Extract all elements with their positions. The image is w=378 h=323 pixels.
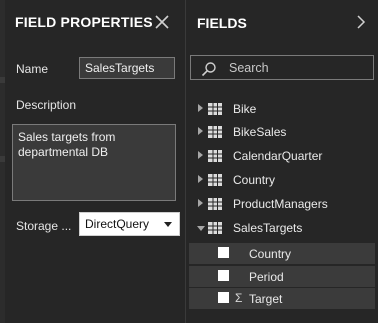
- field-properties-pane: FIELD PROPERTIES Name SalesTargets Descr…: [5, 0, 185, 323]
- fields-header: FIELDS: [186, 0, 378, 44]
- storage-mode-label: Storage ...: [16, 219, 72, 233]
- chevron-right-icon[interactable]: [356, 15, 366, 34]
- field-item-label: Country: [249, 247, 292, 261]
- storage-mode-value: DirectQuery: [85, 217, 150, 231]
- description-label: Description: [16, 98, 77, 112]
- storage-mode-select[interactable]: DirectQuery: [79, 212, 180, 236]
- table-icon: [208, 149, 222, 167]
- search-placeholder: Search: [229, 61, 269, 75]
- dropdown-caret-icon: [164, 222, 172, 227]
- table-icon: [208, 125, 222, 143]
- search-box[interactable]: Search: [190, 55, 374, 80]
- table-item-label: CalendarQuarter: [233, 149, 323, 163]
- table-item-bike[interactable]: Bike: [186, 98, 378, 120]
- expand-arrow-icon[interactable]: [198, 151, 203, 159]
- expand-arrow-icon[interactable]: [198, 199, 203, 207]
- table-item-calendarquarter[interactable]: CalendarQuarter: [186, 145, 378, 167]
- table-item-label: Country: [233, 173, 276, 187]
- table-item-salestargets[interactable]: SalesTargets: [186, 217, 378, 239]
- field-item-target[interactable]: Σ Target: [189, 288, 375, 309]
- table-item-bikesales[interactable]: BikeSales: [186, 121, 378, 143]
- field-checkbox[interactable]: [218, 247, 229, 258]
- description-textarea[interactable]: Sales targets from departmental DB: [12, 124, 176, 201]
- field-checkbox[interactable]: [218, 292, 229, 303]
- table-item-label: SalesTargets: [233, 221, 303, 235]
- name-input[interactable]: SalesTargets: [79, 57, 175, 79]
- fields-pane: FIELDS Search Bike BikeSales CalendarQua…: [186, 0, 378, 323]
- sigma-icon: Σ: [235, 291, 243, 305]
- table-item-country[interactable]: Country: [186, 169, 378, 191]
- table-icon: [208, 102, 222, 120]
- table-icon: [208, 173, 222, 191]
- field-item-label: Target: [249, 292, 283, 306]
- table-icon: [208, 197, 222, 215]
- table-item-label: BikeSales: [233, 125, 287, 139]
- close-icon[interactable]: [154, 14, 170, 30]
- expand-arrow-icon[interactable]: [198, 104, 203, 112]
- table-item-productmanagers[interactable]: ProductManagers: [186, 193, 378, 215]
- field-item-country[interactable]: Country: [189, 243, 375, 264]
- table-icon: [208, 221, 222, 239]
- search-icon: [201, 61, 217, 82]
- table-item-label: Bike: [233, 102, 257, 116]
- field-checkbox[interactable]: [218, 270, 229, 281]
- field-item-period[interactable]: Period: [189, 266, 375, 287]
- field-properties-title: FIELD PROPERTIES: [15, 14, 153, 30]
- name-label: Name: [16, 62, 49, 76]
- field-item-label: Period: [249, 270, 284, 284]
- collapse-arrow-icon[interactable]: [197, 226, 205, 231]
- fields-title: FIELDS: [197, 15, 247, 31]
- expand-arrow-icon[interactable]: [198, 175, 203, 183]
- expand-arrow-icon[interactable]: [198, 127, 203, 135]
- table-item-label: ProductManagers: [233, 197, 328, 211]
